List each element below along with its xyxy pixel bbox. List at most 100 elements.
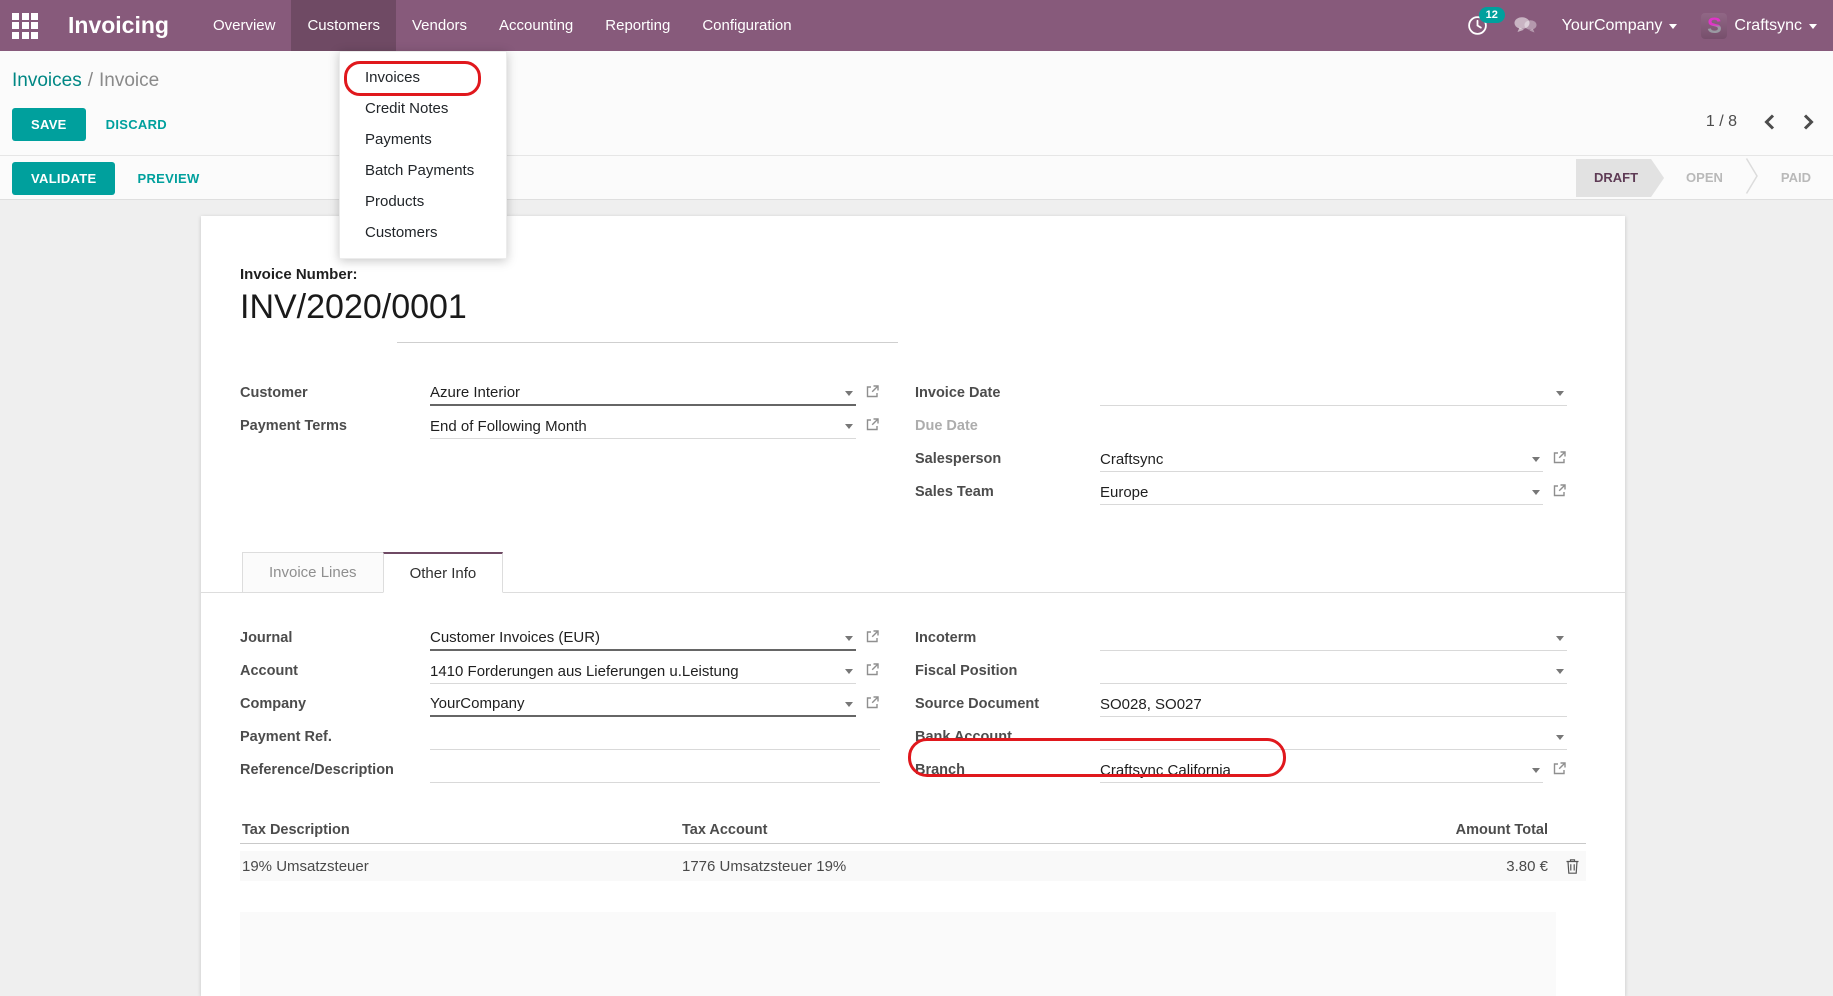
incoterm-input[interactable] — [1100, 626, 1567, 651]
invoice-date-input[interactable] — [1100, 381, 1567, 406]
preview-button[interactable]: PREVIEW — [137, 171, 199, 186]
status-open[interactable]: OPEN — [1664, 159, 1745, 197]
field-row-source-document: Source Document SO028, SO027 — [915, 692, 1567, 725]
messages-icon[interactable] — [1512, 15, 1538, 36]
journal-input[interactable]: Customer Invoices (EUR) — [430, 626, 856, 651]
external-link-icon[interactable] — [1552, 761, 1567, 776]
discard-button[interactable]: DISCARD — [106, 117, 167, 132]
reference-description-label: Reference/Description — [240, 758, 430, 782]
payment-ref-label: Payment Ref. — [240, 725, 430, 749]
chevron-down-icon[interactable] — [1556, 669, 1564, 678]
fiscal-position-input[interactable] — [1100, 659, 1567, 684]
chevron-down-icon[interactable] — [1532, 768, 1540, 777]
dropdown-item-invoices[interactable]: Invoices — [340, 62, 506, 93]
salesperson-input[interactable]: Craftsync — [1100, 447, 1543, 472]
apps-grid-icon[interactable] — [0, 0, 50, 51]
tax-table-header: Tax Description Tax Account Amount Total — [240, 816, 1586, 844]
activity-clock-icon[interactable]: 12 — [1467, 15, 1488, 36]
dropdown-item-customers[interactable]: Customers — [340, 217, 506, 248]
external-link-icon[interactable] — [865, 662, 880, 677]
breadcrumb: Invoices/Invoice — [12, 70, 159, 92]
status-draft[interactable]: DRAFT — [1576, 159, 1664, 197]
dropdown-item-batch-payments[interactable]: Batch Payments — [340, 155, 506, 186]
external-link-icon[interactable] — [1552, 450, 1567, 465]
save-button[interactable]: SAVE — [12, 108, 86, 141]
external-link-icon[interactable] — [1552, 483, 1567, 498]
sales-team-label: Sales Team — [915, 480, 1100, 504]
customers-dropdown-menu: Invoices Credit Notes Payments Batch Pay… — [339, 51, 507, 259]
top-navbar: Invoicing Overview Customers Vendors Acc… — [0, 0, 1833, 51]
menu-accounting[interactable]: Accounting — [483, 0, 589, 51]
sales-team-input[interactable]: Europe — [1100, 480, 1543, 505]
status-paid[interactable]: PAID — [1759, 159, 1833, 197]
branch-label: Branch — [915, 758, 1100, 782]
fiscal-position-label: Fiscal Position — [915, 659, 1100, 683]
field-row-payment-terms: Payment Terms End of Following Month — [240, 414, 880, 447]
notebook-tabs: Invoice Lines Other Info — [201, 552, 1625, 593]
chevron-down-icon[interactable] — [845, 669, 853, 678]
delete-row-trash-icon[interactable] — [1548, 858, 1586, 875]
field-row-branch: Branch Craftsync California — [915, 758, 1567, 791]
chevron-down-icon[interactable] — [1556, 636, 1564, 645]
external-link-icon[interactable] — [865, 629, 880, 644]
invoice-number-value[interactable]: INV/2020/0001 — [240, 288, 467, 327]
tab-other-info[interactable]: Other Info — [383, 552, 504, 593]
field-row-payment-ref: Payment Ref. — [240, 725, 880, 758]
field-row-due-date: Due Date — [915, 414, 1567, 447]
tab-invoice-lines[interactable]: Invoice Lines — [242, 552, 384, 593]
field-row-reference-description: Reference/Description — [240, 758, 880, 791]
menu-vendors[interactable]: Vendors — [396, 0, 483, 51]
company-switcher[interactable]: YourCompany — [1562, 17, 1678, 35]
external-link-icon[interactable] — [865, 695, 880, 710]
activity-badge: 12 — [1479, 7, 1505, 23]
branch-input[interactable]: Craftsync California — [1100, 758, 1543, 783]
reference-description-input[interactable] — [430, 758, 880, 783]
company-input[interactable]: YourCompany — [430, 692, 856, 717]
dropdown-item-products[interactable]: Products — [340, 186, 506, 217]
tax-table-row[interactable]: 19% Umsatzsteuer 1776 Umsatzsteuer 19% 3… — [240, 851, 1586, 881]
payment-ref-input[interactable] — [430, 725, 880, 750]
external-link-icon[interactable] — [865, 417, 880, 432]
menu-customers[interactable]: Customers — [291, 0, 396, 51]
source-document-input[interactable]: SO028, SO027 — [1100, 692, 1567, 717]
chevron-down-icon[interactable] — [1556, 735, 1564, 744]
field-row-fiscal-position: Fiscal Position — [915, 659, 1567, 692]
tax-table: Tax Description Tax Account Amount Total… — [240, 816, 1586, 881]
breadcrumb-invoices-link[interactable]: Invoices — [12, 70, 82, 91]
incoterm-label: Incoterm — [915, 626, 1100, 650]
chevron-down-icon[interactable] — [1532, 490, 1540, 499]
pager-previous-icon[interactable] — [1763, 113, 1776, 131]
user-menu[interactable]: S Craftsync — [1701, 13, 1817, 39]
chevron-down-icon[interactable] — [845, 702, 853, 711]
menu-reporting[interactable]: Reporting — [589, 0, 686, 51]
account-label: Account — [240, 659, 430, 683]
chevron-down-icon — [1809, 24, 1817, 33]
bank-account-input[interactable] — [1100, 725, 1567, 750]
chevron-down-icon[interactable] — [845, 424, 853, 433]
invoice-number-underline — [397, 342, 898, 343]
chevron-down-icon[interactable] — [845, 636, 853, 645]
customer-input[interactable]: Azure Interior — [430, 381, 856, 406]
dropdown-item-payments[interactable]: Payments — [340, 124, 506, 155]
dropdown-item-credit-notes[interactable]: Credit Notes — [340, 93, 506, 124]
payment-terms-label: Payment Terms — [240, 414, 430, 438]
chevron-down-icon[interactable] — [1556, 391, 1564, 400]
breadcrumb-current: Invoice — [99, 70, 159, 91]
field-row-incoterm: Incoterm — [915, 626, 1567, 659]
validate-button[interactable]: VALIDATE — [12, 162, 115, 195]
menu-overview[interactable]: Overview — [197, 0, 292, 51]
chevron-down-icon[interactable] — [1532, 457, 1540, 466]
main-content: Invoice Number: INV/2020/0001 Customer A… — [0, 200, 1833, 946]
chevron-down-icon[interactable] — [845, 391, 853, 400]
external-link-icon[interactable] — [865, 384, 880, 399]
company-label: Company — [240, 692, 430, 716]
field-row-journal: Journal Customer Invoices (EUR) — [240, 626, 880, 659]
app-title: Invoicing — [68, 0, 169, 51]
user-name: Craftsync — [1734, 17, 1802, 35]
payment-terms-input[interactable]: End of Following Month — [430, 414, 856, 439]
menu-configuration[interactable]: Configuration — [686, 0, 807, 51]
due-date-input[interactable] — [1100, 414, 1567, 439]
tax-description-cell: 19% Umsatzsteuer — [240, 858, 682, 875]
pager-next-icon[interactable] — [1802, 113, 1815, 131]
account-input[interactable]: 1410 Forderungen aus Lieferungen u.Leist… — [430, 659, 856, 684]
